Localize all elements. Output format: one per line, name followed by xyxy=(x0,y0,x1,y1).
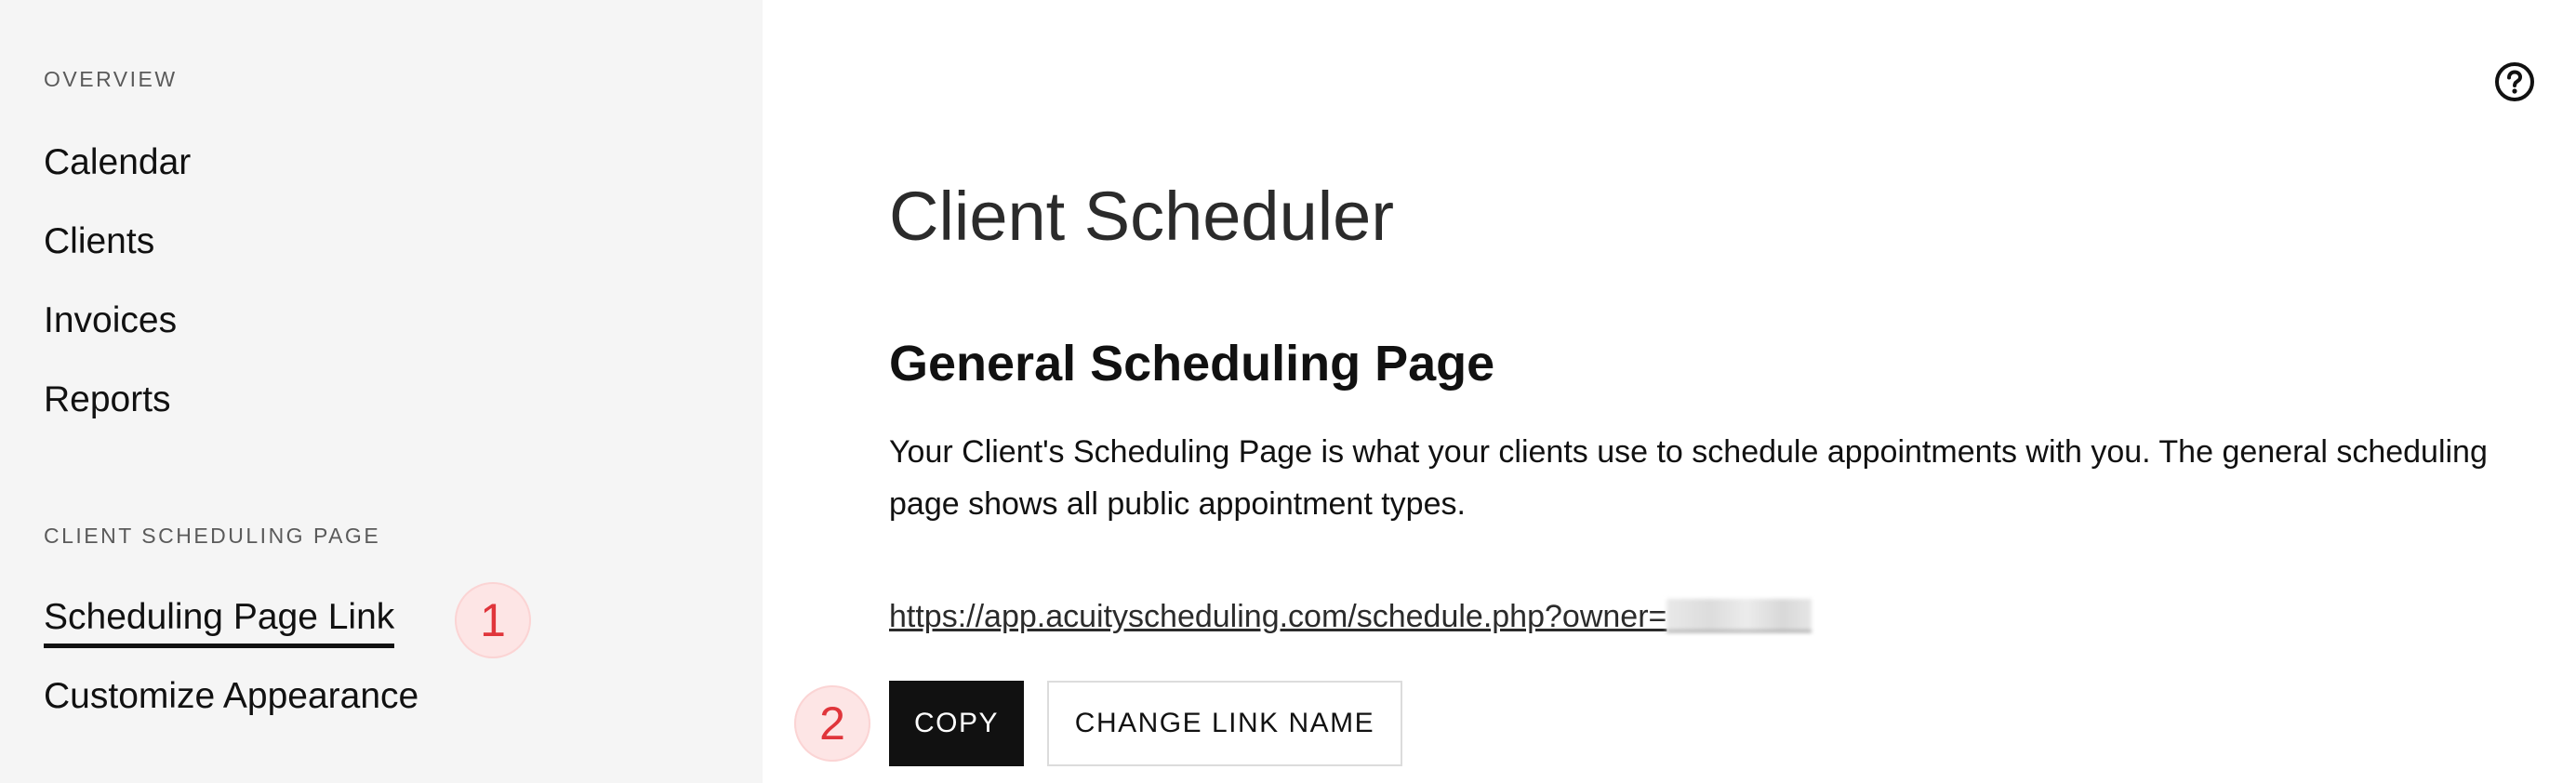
question-circle-icon[interactable] xyxy=(2494,61,2535,102)
sidebar: OVERVIEW Calendar Clients Invoices Repor… xyxy=(0,0,763,783)
page-title: Client Scheduler xyxy=(889,178,1394,255)
redacted-owner-id xyxy=(1666,599,1812,632)
change-link-name-button[interactable]: CHANGE LINK NAME xyxy=(1047,681,1402,766)
section-description: Your Client's Scheduling Page is what yo… xyxy=(889,434,2488,522)
step-badge-2: 2 xyxy=(794,685,870,762)
step-badge-1: 1 xyxy=(455,582,531,658)
sidebar-item-invoices[interactable]: Invoices xyxy=(44,300,177,341)
copy-button[interactable]: COPY xyxy=(889,681,1024,766)
sidebar-item-clients[interactable]: Clients xyxy=(44,221,154,262)
scheduling-page-url-link[interactable]: https://app.acuityscheduling.com/schedul… xyxy=(889,599,1666,634)
sidebar-item-scheduling-page-link[interactable]: Scheduling Page Link xyxy=(44,597,395,648)
sidebar-item-calendar[interactable]: Calendar xyxy=(44,142,191,183)
section-title: General Scheduling Page xyxy=(889,336,1495,392)
app-window: OVERVIEW Calendar Clients Invoices Repor… xyxy=(0,0,2576,783)
sidebar-item-customize-appearance[interactable]: Customize Appearance xyxy=(44,676,418,717)
scheduling-link-row: https://app.acuityscheduling.com/schedul… xyxy=(889,599,1812,635)
sidebar-item-reports[interactable]: Reports xyxy=(44,379,171,420)
sidebar-section-client-scheduling: CLIENT SCHEDULING PAGE xyxy=(44,524,381,548)
sidebar-section-overview: OVERVIEW xyxy=(44,67,178,91)
